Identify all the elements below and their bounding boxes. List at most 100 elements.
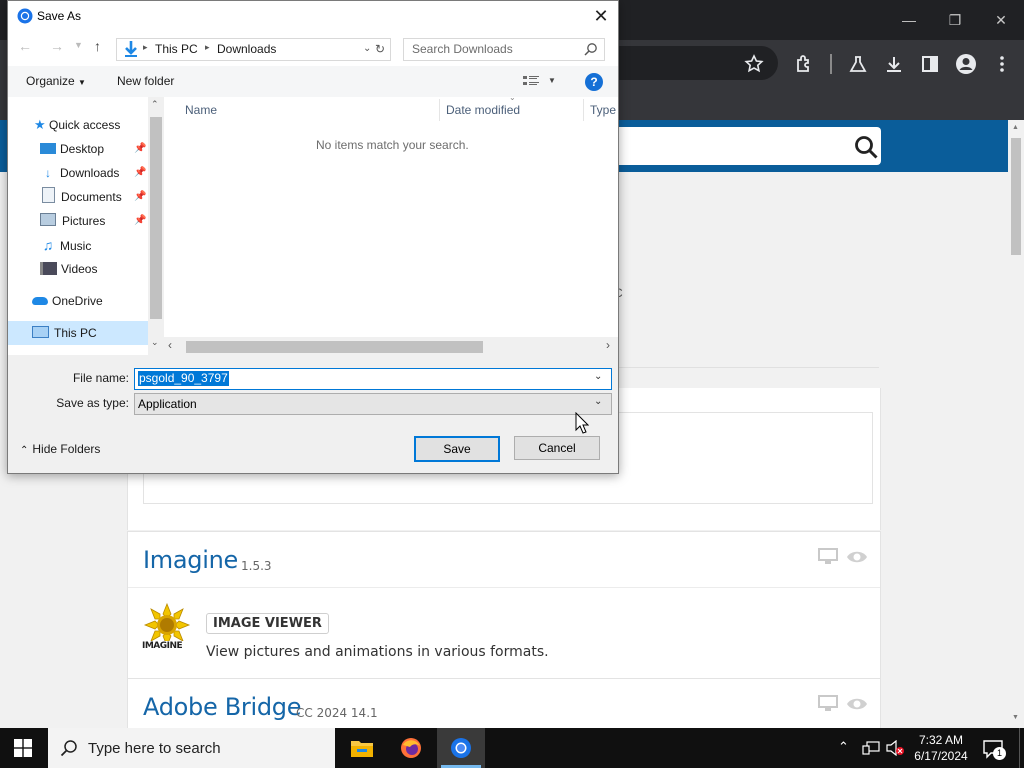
app-version: CC 2024 14.1 — [296, 706, 378, 720]
cancel-button[interactable]: Cancel — [514, 436, 600, 460]
clock-time: 7:32 AM — [918, 733, 964, 747]
nav-videos[interactable]: Videos — [40, 258, 97, 280]
labs-icon[interactable] — [846, 52, 870, 76]
scroll-thumb[interactable] — [1011, 138, 1021, 255]
nav-this-pc[interactable]: This PC — [32, 322, 97, 344]
extensions-icon[interactable] — [792, 52, 816, 76]
firefox-icon[interactable] — [400, 737, 422, 759]
scroll-up-arrow[interactable]: ▲ — [1012, 124, 1019, 131]
downloads-folder-icon — [123, 40, 139, 58]
up-button[interactable]: ↑ — [94, 38, 101, 54]
search-downloads-input[interactable]: Search Downloads — [403, 38, 605, 61]
search-icon[interactable] — [852, 133, 880, 161]
chrome-icon — [450, 737, 472, 759]
scroll-left-arrow[interactable]: ‹ — [168, 338, 172, 352]
divider — [617, 367, 879, 368]
sidepanel-icon[interactable] — [918, 52, 942, 76]
forward-button[interactable]: → — [50, 38, 64, 54]
nav-onedrive[interactable]: OneDrive — [32, 290, 103, 312]
page-scrollbar[interactable]: ▲ ▼ — [1008, 120, 1024, 728]
search-icon — [60, 739, 78, 757]
network-icon[interactable] — [862, 740, 880, 756]
music-icon: ♫ — [42, 237, 54, 253]
scroll-up-arrow[interactable]: ⌃ — [151, 99, 159, 110]
back-button[interactable]: ← — [18, 38, 32, 54]
nav-pictures[interactable]: Pictures — [40, 210, 105, 232]
downloads-icon: ↓ — [45, 166, 51, 180]
close-window-button[interactable]: ✕ — [978, 8, 1024, 32]
nav-music[interactable]: ♫ Music — [40, 234, 92, 256]
pictures-icon — [40, 213, 56, 226]
nav-item-label: Documents — [61, 190, 122, 204]
organize-button[interactable]: Organize ▼ — [26, 74, 86, 88]
breadcrumb-downloads[interactable]: Downloads — [217, 42, 276, 56]
download-icon[interactable] — [882, 52, 906, 76]
column-divider[interactable] — [439, 99, 440, 121]
file-list-pane — [164, 97, 618, 337]
save-type-select[interactable]: Application ⌄ — [134, 393, 612, 415]
chevron-up-icon[interactable]: ⌃ — [838, 739, 849, 755]
save-type-value: Application — [138, 397, 197, 411]
eye-icon[interactable] — [846, 695, 868, 713]
nav-item-label: Quick access — [49, 118, 121, 132]
menu-icon[interactable] — [990, 52, 1014, 76]
column-name[interactable]: Name — [185, 97, 217, 123]
scroll-right-arrow[interactable]: › — [606, 338, 610, 352]
toolbar-divider — [830, 54, 832, 74]
nav-quick-access[interactable]: ★ Quick access — [34, 114, 120, 136]
nav-item-label: Videos — [61, 262, 98, 276]
nav-item-label: Desktop — [60, 142, 105, 156]
clock-date: 6/17/2024 — [914, 749, 968, 763]
nav-desktop[interactable]: Desktop — [40, 138, 104, 160]
taskbar-search-box[interactable]: Type here to search — [48, 728, 335, 768]
hide-folders-button[interactable]: ⌃ Hide Folders — [20, 442, 100, 456]
hscroll-thumb[interactable] — [186, 341, 483, 353]
view-options-icon[interactable] — [522, 74, 540, 88]
show-desktop-button[interactable] — [1019, 728, 1020, 768]
dialog-close-button[interactable]: ✕ — [586, 4, 616, 28]
app-title[interactable]: Adobe Bridge — [143, 693, 301, 721]
file-name-input[interactable]: psgold_90_3797 ⌄ — [134, 368, 612, 390]
nav-item-label: Music — [60, 239, 92, 253]
scroll-down-arrow[interactable]: ⌄ — [151, 337, 159, 348]
nav-scroll-thumb[interactable] — [150, 117, 162, 319]
new-folder-button[interactable]: New folder — [117, 74, 174, 88]
app-title[interactable]: Imagine — [143, 546, 238, 574]
nav-downloads[interactable]: ↓ Downloads — [40, 162, 119, 184]
view-dropdown-icon[interactable]: ▼ — [548, 76, 556, 85]
help-icon[interactable]: ? — [585, 73, 603, 91]
file-name-value: psgold_90_3797 — [138, 371, 229, 386]
save-button[interactable]: Save — [414, 436, 500, 462]
category-badge[interactable]: IMAGE VIEWER — [206, 613, 329, 634]
profile-icon[interactable] — [954, 52, 978, 76]
restore-button[interactable]: ❐ — [932, 8, 978, 32]
clock[interactable]: 7:32 AM 6/17/2024 — [910, 732, 972, 764]
nav-item-label: Downloads — [60, 166, 120, 180]
chevron-down-icon: ⌄ — [594, 396, 603, 407]
nav-item-label: Pictures — [62, 214, 106, 228]
notifications-icon[interactable]: 1 — [982, 739, 1006, 760]
address-breadcrumb[interactable]: ▸ This PC ▸ Downloads ⌄ — [116, 38, 380, 61]
imagine-logo-text: IMAGINE — [142, 641, 183, 651]
windows-start-icon[interactable] — [14, 739, 32, 757]
chevron-down-icon[interactable]: ⌄ — [594, 371, 602, 382]
minimize-button[interactable]: — — [886, 8, 932, 32]
scroll-down-arrow[interactable]: ▼ — [1012, 714, 1019, 721]
desktop-icon[interactable] — [818, 548, 838, 566]
recent-locations-button[interactable]: ▼ — [74, 40, 83, 50]
nav-item-label: OneDrive — [52, 294, 103, 308]
column-divider[interactable] — [583, 99, 584, 121]
volume-muted-icon[interactable] — [885, 740, 905, 756]
nav-documents[interactable]: Documents — [40, 186, 122, 208]
refresh-button[interactable]: ↻ — [370, 38, 391, 61]
column-type[interactable]: Type — [590, 97, 616, 123]
mouse-cursor-icon — [575, 412, 589, 434]
site-search-input[interactable] — [600, 127, 881, 165]
star-icon[interactable] — [742, 52, 766, 76]
eye-icon[interactable] — [846, 548, 868, 566]
desktop-icon[interactable] — [818, 695, 838, 713]
chrome-taskbar-button[interactable] — [437, 728, 485, 768]
search-placeholder: Search Downloads — [412, 42, 513, 56]
breadcrumb-this-pc[interactable]: This PC — [155, 42, 198, 56]
file-explorer-icon[interactable] — [350, 738, 374, 758]
